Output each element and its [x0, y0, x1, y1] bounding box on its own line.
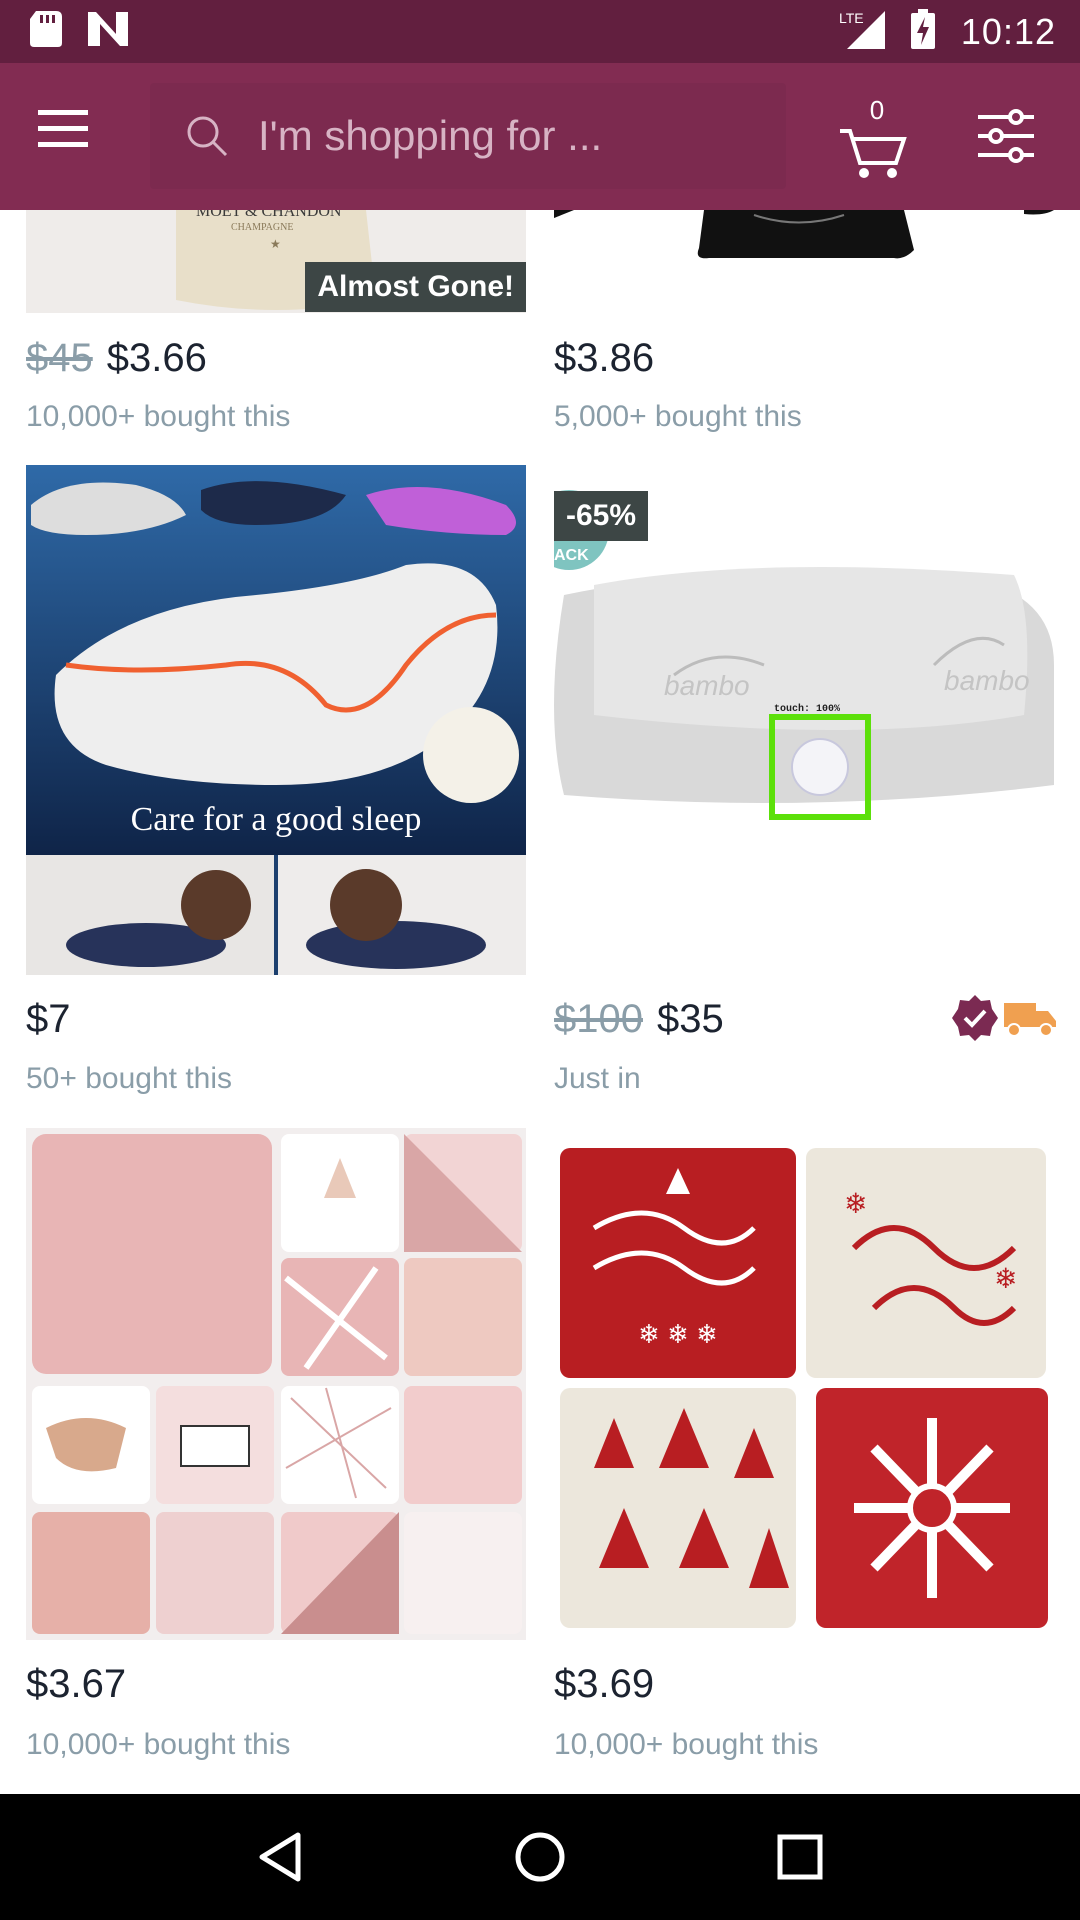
product-card[interactable]: MOET & CHANDON CHAMPAGNE ★ Almost Gone! …	[26, 210, 526, 440]
sold-count: 5,000+ bought this	[554, 400, 802, 433]
discount-badge: -65%	[554, 491, 649, 541]
product-image: ❄ ❄ ❄ ❄ ❄	[554, 1128, 1054, 1640]
status-time: 10:12	[960, 10, 1056, 52]
verified-seller-icon	[952, 995, 998, 1046]
almost-gone-badge: Almost Gone!	[305, 262, 526, 312]
cart-button[interactable]: 0	[838, 95, 908, 179]
product-card[interactable]: ❄ ❄ ❄ ❄ ❄ $3.69 10,000+ bought this	[554, 1128, 1054, 1778]
search-icon	[187, 116, 228, 157]
system-nav-bar	[0, 1794, 1080, 1920]
svg-text:CHAMPAGNE: CHAMPAGNE	[231, 222, 293, 233]
price-row: $45 $3.66	[26, 336, 207, 381]
app-bar: 0	[0, 63, 1080, 210]
product-image	[554, 210, 1054, 265]
battery-charging-icon	[910, 9, 935, 54]
cart-count: 0	[869, 95, 885, 125]
price-row: $3.67	[26, 1662, 126, 1707]
signal-icon: LTE	[839, 9, 885, 54]
search-input[interactable]	[258, 106, 758, 166]
sold-count: 10,000+ bought this	[26, 400, 291, 433]
product-card[interactable]: $3.86 5,000+ bought this	[554, 210, 1054, 440]
svg-text:Care for a good sleep: Care for a good sleep	[131, 801, 422, 838]
product-image: ACK bambo bambo touch: 100%	[554, 465, 1054, 975]
svg-text:❄: ❄	[994, 1263, 1017, 1294]
sold-count: 50+ bought this	[26, 1062, 233, 1095]
svg-text:ACK: ACK	[554, 547, 589, 564]
svg-text:touch: 100%: touch: 100%	[774, 703, 840, 715]
svg-text:MOET & CHANDON: MOET & CHANDON	[196, 210, 342, 220]
price: $3.86	[554, 336, 655, 380]
product-card[interactable]: $3.67 10,000+ bought this	[26, 1128, 526, 1778]
n-logo-icon	[88, 12, 128, 51]
svg-text:★: ★	[270, 237, 281, 251]
price: $7	[26, 997, 71, 1041]
product-image	[26, 1128, 526, 1640]
sd-card-icon	[30, 11, 62, 52]
original-price: $100	[554, 997, 643, 1041]
svg-text:bambo: bambo	[664, 670, 750, 701]
price: $3.69	[554, 1662, 655, 1706]
recents-square-icon[interactable]	[760, 1817, 840, 1897]
price-row: $3.86	[554, 336, 654, 381]
sold-count: Just in	[554, 1062, 641, 1095]
back-triangle-icon[interactable]	[240, 1817, 320, 1897]
svg-text:bambo: bambo	[944, 665, 1030, 696]
price-row: $100 $35	[554, 997, 724, 1042]
product-card[interactable]: ACK bambo bambo touch: 100% -65% $100 $3…	[554, 465, 1056, 1105]
product-feed[interactable]: MOET & CHANDON CHAMPAGNE ★ Almost Gone! …	[0, 210, 1080, 1794]
filter-button[interactable]	[978, 109, 1034, 165]
sold-count: 10,000+ bought this	[554, 1728, 819, 1761]
status-bar: LTE 10:12	[0, 0, 1080, 63]
hamburger-menu-icon[interactable]	[38, 110, 108, 164]
svg-text:❄: ❄	[844, 1188, 867, 1219]
price: $3.66	[106, 336, 207, 380]
price: $35	[656, 997, 724, 1041]
original-price: $45	[26, 336, 93, 380]
product-image: Care for a good sleep	[26, 465, 526, 975]
svg-text:LTE: LTE	[839, 10, 864, 26]
search-bar[interactable]	[150, 83, 786, 189]
shipping-truck-icon	[1004, 999, 1056, 1042]
price-row: $7	[26, 997, 71, 1042]
sold-count: 10,000+ bought this	[26, 1728, 291, 1761]
price: $3.67	[26, 1662, 127, 1706]
price-row: $3.69	[554, 1662, 654, 1707]
sliders-filter-icon	[978, 109, 1034, 163]
svg-text:❄ ❄ ❄: ❄ ❄ ❄	[638, 1319, 718, 1349]
product-card[interactable]: Care for a good sleep $7 50+ bought this	[26, 465, 526, 1105]
home-circle-icon[interactable]	[500, 1817, 580, 1897]
